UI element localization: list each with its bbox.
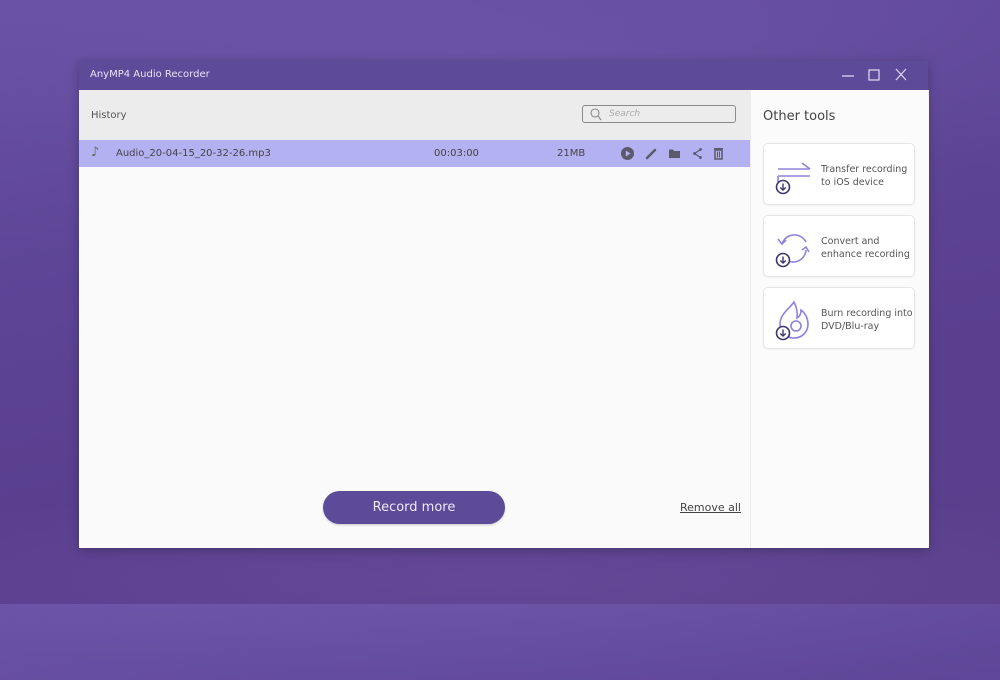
delete-button[interactable] — [711, 146, 726, 161]
window-title: AnyMP4 Audio Recorder — [90, 69, 210, 80]
play-icon — [621, 147, 634, 160]
history-label: History — [91, 110, 127, 121]
close-icon — [895, 68, 907, 81]
tool-transfer-to-ios[interactable]: Transfer recording to iOS device — [763, 143, 915, 205]
other-tools-panel: Other tools Transfer recording to iOS de… — [750, 90, 929, 548]
history-row[interactable]: ♪ Audio_20-04-15_20-32-26.mp3 00:03:00 2… — [79, 140, 750, 167]
play-button[interactable] — [620, 146, 635, 161]
share-button[interactable] — [690, 146, 705, 161]
close-button[interactable] — [891, 65, 911, 85]
transfer-icon — [775, 162, 811, 195]
pencil-icon — [645, 148, 657, 160]
tool-label: Burn recording into DVD/Blu-ray — [821, 308, 913, 332]
convert-icon — [775, 234, 810, 268]
tool-label: Convert and enhance recording — [821, 236, 910, 260]
remove-all-link[interactable]: Remove all — [680, 501, 741, 514]
history-header: History — [79, 90, 750, 140]
file-size: 21MB — [557, 148, 586, 159]
open-folder-button[interactable] — [667, 146, 682, 161]
app-window: AnyMP4 Audio Recorder History ♪ Audio_20… — [79, 61, 929, 548]
folder-icon — [669, 149, 680, 158]
maximize-icon — [868, 69, 880, 81]
tool-label: Transfer recording to iOS device — [821, 164, 908, 188]
minimize-button[interactable] — [838, 65, 858, 85]
search-icon — [590, 108, 602, 121]
title-bar: AnyMP4 Audio Recorder — [79, 61, 928, 90]
other-tools-title: Other tools — [763, 109, 836, 124]
minimize-icon — [842, 75, 854, 77]
maximize-button[interactable] — [864, 65, 884, 85]
history-panel: History ♪ Audio_20-04-15_20-32-26.mp3 00… — [79, 90, 750, 548]
share-icon — [693, 148, 702, 159]
tool-convert-enhance[interactable]: Convert and enhance recording — [763, 215, 915, 277]
record-more-button[interactable]: Record more — [323, 491, 505, 524]
search-input[interactable] — [609, 107, 729, 121]
file-name: Audio_20-04-15_20-32-26.mp3 — [116, 148, 271, 159]
trash-icon — [714, 148, 723, 160]
file-duration: 00:03:00 — [434, 148, 479, 159]
tool-burn-dvd[interactable]: Burn recording into DVD/Blu-ray — [763, 287, 915, 349]
search-box[interactable] — [582, 105, 736, 123]
music-note-icon: ♪ — [91, 145, 100, 160]
edit-button[interactable] — [644, 146, 659, 161]
burn-disc-icon — [775, 300, 809, 341]
